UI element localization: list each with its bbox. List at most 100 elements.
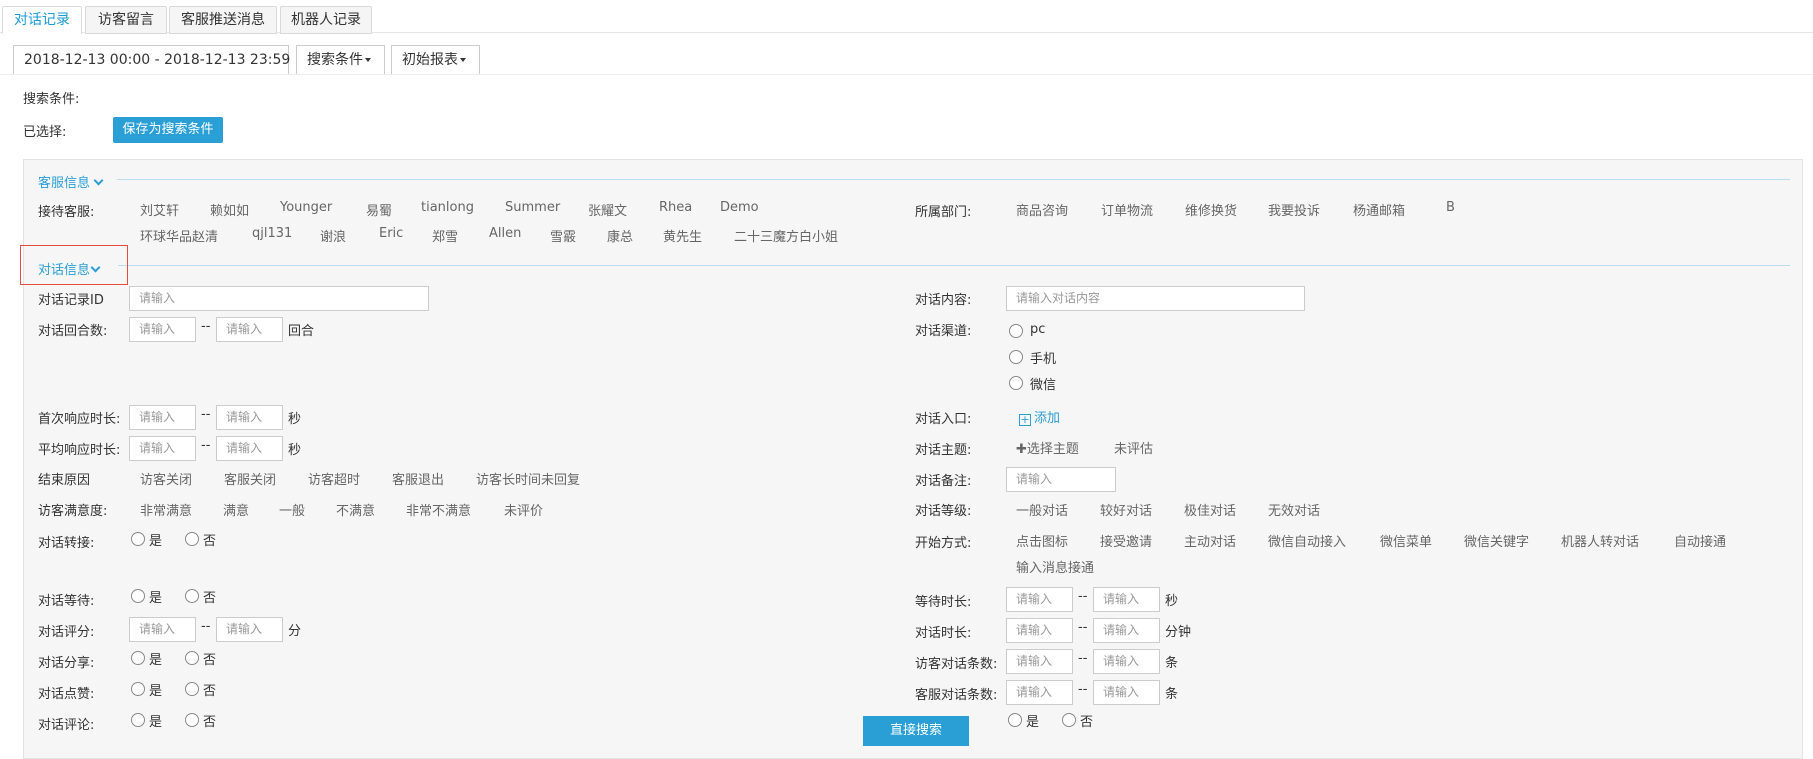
agent-option[interactable]: 郑雪 xyxy=(432,226,458,245)
add-entry-button[interactable]: + 添加 xyxy=(1019,407,1060,426)
like-no-radio[interactable] xyxy=(185,682,199,696)
record-id-input[interactable]: 请输入 xyxy=(129,286,429,311)
content-input[interactable]: 请输入对话内容 xyxy=(1006,286,1305,311)
level-option[interactable]: 极佳对话 xyxy=(1184,500,1236,519)
agent-option[interactable]: Summer xyxy=(505,200,560,215)
transfer-yes-radio[interactable] xyxy=(131,532,145,546)
visitor-msgs-min-input[interactable]: 请输入 xyxy=(1006,649,1073,674)
share-no-radio[interactable] xyxy=(185,651,199,665)
agent-option[interactable]: Eric xyxy=(379,226,403,241)
satisfaction-option[interactable]: 不满意 xyxy=(336,500,375,519)
agent-option[interactable]: Allen xyxy=(489,226,521,241)
first-response-max-input[interactable]: 请输入 xyxy=(216,405,283,430)
rounds-min-input[interactable]: 请输入 xyxy=(129,317,196,342)
agent-option[interactable]: qjl131 xyxy=(252,226,292,241)
agent-option[interactable]: 雪霰 xyxy=(550,226,576,245)
direct-search-button[interactable]: 直接搜索 xyxy=(863,716,969,746)
start-method-option[interactable]: 主动对话 xyxy=(1184,531,1236,550)
visitor-msgs-max-input[interactable]: 请输入 xyxy=(1093,649,1160,674)
duration-max-input[interactable]: 请输入 xyxy=(1093,618,1160,643)
start-method-option[interactable]: 自动接通 xyxy=(1674,531,1726,550)
tab-visitor-messages[interactable]: 访客留言 xyxy=(85,6,167,34)
satisfaction-option[interactable]: 满意 xyxy=(223,500,249,519)
like-yes-radio[interactable] xyxy=(131,682,145,696)
start-method-option[interactable]: 微信关键字 xyxy=(1464,531,1529,550)
divider xyxy=(0,74,1813,75)
end-reason-option[interactable]: 客服退出 xyxy=(392,469,444,488)
agent-option[interactable]: 环球华品赵清 xyxy=(140,226,218,245)
agent-msgs-min-input[interactable]: 请输入 xyxy=(1006,680,1073,705)
start-method-option[interactable]: 微信菜单 xyxy=(1380,531,1432,550)
level-option[interactable]: 无效对话 xyxy=(1268,500,1320,519)
start-method-option[interactable]: 点击图标 xyxy=(1016,531,1068,550)
level-option[interactable]: 一般对话 xyxy=(1016,500,1068,519)
select-topic-button[interactable]: ✚选择主题 xyxy=(1016,438,1079,457)
satisfaction-option[interactable]: 一般 xyxy=(279,500,305,519)
share-yes-radio[interactable] xyxy=(131,651,145,665)
agent-option[interactable]: 易蜀 xyxy=(366,200,392,219)
start-method-option[interactable]: 接受邀请 xyxy=(1100,531,1152,550)
chat-info-toggle[interactable]: 对话信息 xyxy=(38,259,101,278)
channel-pc-radio[interactable] xyxy=(1009,324,1023,338)
agent-option[interactable]: 二十三魔方白小姐 xyxy=(734,226,838,245)
initial-report-dropdown[interactable]: 初始报表 xyxy=(391,45,480,75)
start-method-option[interactable]: 微信自动接入 xyxy=(1268,531,1346,550)
agent-option[interactable]: 康总 xyxy=(607,226,633,245)
agent-option[interactable]: Demo xyxy=(720,200,759,215)
agent-info-toggle[interactable]: 客服信息 xyxy=(38,172,104,191)
agent-option[interactable]: 黄先生 xyxy=(663,226,702,245)
end-reason-option[interactable]: 客服关闭 xyxy=(224,469,276,488)
department-option[interactable]: 我要投诉 xyxy=(1268,200,1320,219)
bottom-yes-radio[interactable] xyxy=(1008,713,1022,727)
agent-option[interactable]: 刘艾轩 xyxy=(140,200,179,219)
rating-min-input[interactable]: 请输入 xyxy=(129,617,196,642)
satisfaction-option[interactable]: 非常满意 xyxy=(140,500,192,519)
start-method-option[interactable]: 机器人转对话 xyxy=(1561,531,1639,550)
rating-max-input[interactable]: 请输入 xyxy=(216,617,283,642)
topic-unrated-option[interactable]: 未评估 xyxy=(1114,438,1153,457)
avg-response-max-input[interactable]: 请输入 xyxy=(216,436,283,461)
satisfaction-label: 访客满意度: xyxy=(38,504,108,519)
department-option[interactable]: 商品咨询 xyxy=(1016,200,1068,219)
tab-agent-push[interactable]: 客服推送消息 xyxy=(169,6,277,34)
agent-option[interactable]: 谢浪 xyxy=(320,226,346,245)
agent-option[interactable]: 赖如如 xyxy=(210,200,249,219)
channel-mobile-radio[interactable] xyxy=(1009,350,1023,364)
duration-min-input[interactable]: 请输入 xyxy=(1006,618,1073,643)
satisfaction-option[interactable]: 未评价 xyxy=(504,500,543,519)
no-label: 否 xyxy=(203,591,217,606)
date-range-picker[interactable]: 2018-12-13 00:00 - 2018-12-13 23:59 xyxy=(13,45,290,75)
department-option[interactable]: 杨通邮箱 xyxy=(1353,200,1405,219)
save-search-button[interactable]: 保存为搜索条件 xyxy=(113,117,223,143)
tab-robot-records[interactable]: 机器人记录 xyxy=(280,6,372,34)
channel-wechat-radio[interactable] xyxy=(1009,376,1023,390)
search-conditions-dropdown[interactable]: 搜索条件 xyxy=(296,45,385,75)
agent-option[interactable]: tianlong xyxy=(421,200,474,215)
wait-yes-radio[interactable] xyxy=(131,589,145,603)
rounds-max-input[interactable]: 请输入 xyxy=(216,317,283,342)
end-reason-option[interactable]: 访客长时间未回复 xyxy=(476,469,580,488)
comment-no-radio[interactable] xyxy=(185,713,199,727)
first-response-min-input[interactable]: 请输入 xyxy=(129,405,196,430)
bottom-no-radio[interactable] xyxy=(1062,713,1076,727)
comment-yes-radio[interactable] xyxy=(131,713,145,727)
agent-option[interactable]: Younger xyxy=(280,200,332,215)
start-method-option[interactable]: 输入消息接通 xyxy=(1016,557,1094,576)
agent-msgs-max-input[interactable]: 请输入 xyxy=(1093,680,1160,705)
department-option[interactable]: 维修换货 xyxy=(1185,200,1237,219)
transfer-no-radio[interactable] xyxy=(185,532,199,546)
agent-option[interactable]: 张耀文 xyxy=(588,200,627,219)
level-option[interactable]: 较好对话 xyxy=(1100,500,1152,519)
tab-chat-records[interactable]: 对话记录 xyxy=(2,6,82,34)
end-reason-option[interactable]: 访客超时 xyxy=(308,469,360,488)
department-option[interactable]: 订单物流 xyxy=(1101,200,1153,219)
note-input[interactable]: 请输入 xyxy=(1006,467,1116,492)
satisfaction-option[interactable]: 非常不满意 xyxy=(406,500,471,519)
department-option[interactable]: B xyxy=(1446,200,1455,215)
agent-option[interactable]: Rhea xyxy=(659,200,692,215)
end-reason-option[interactable]: 访客关闭 xyxy=(140,469,192,488)
avg-response-min-input[interactable]: 请输入 xyxy=(129,436,196,461)
wait-no-radio[interactable] xyxy=(185,589,199,603)
wait-time-max-input[interactable]: 请输入 xyxy=(1093,587,1160,612)
wait-time-min-input[interactable]: 请输入 xyxy=(1006,587,1073,612)
